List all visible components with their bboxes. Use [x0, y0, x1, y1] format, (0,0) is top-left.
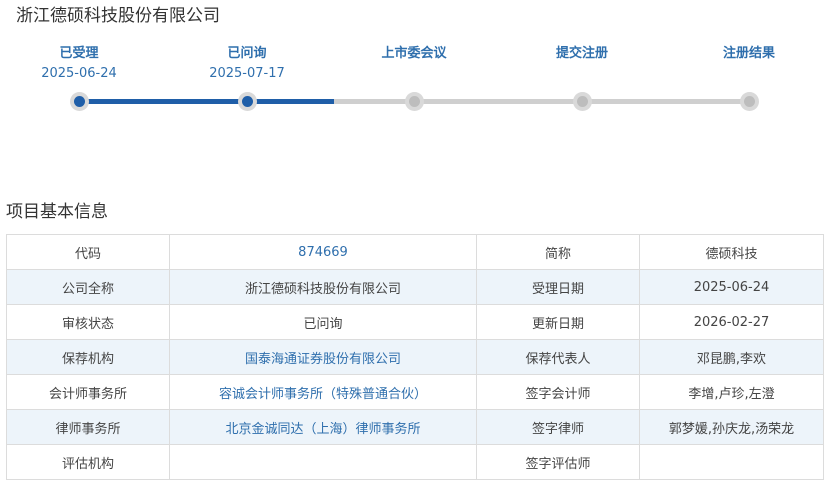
sponsor-rep-value: 邓昆鹏,李欢	[639, 339, 824, 375]
appraisal-firm-key: 评估机构	[6, 444, 170, 480]
review-status-value: 已问询	[169, 304, 477, 340]
sponsor-rep-key: 保荐代表人	[476, 339, 640, 375]
step-listing-committee-label: 上市委会议	[381, 46, 447, 61]
law-firm-key: 律师事务所	[6, 409, 170, 445]
table-row: 代码 874669 简称 德硕科技	[6, 234, 824, 270]
accept-date-value: 2025-06-24	[639, 269, 824, 305]
step-registration-result-dot	[739, 92, 759, 111]
code-value-link[interactable]: 874669	[169, 234, 477, 270]
signing-accountant-value: 李增,卢珍,左澄	[639, 374, 824, 410]
sponsor-key: 保荐机构	[6, 339, 170, 375]
progress-stepper: 已受理 2025-06-24 已问询 2025-07-17 上市委会议 提交注册…	[0, 40, 829, 120]
update-date-value: 2026-02-27	[639, 304, 824, 340]
short-name-key: 简称	[476, 234, 640, 270]
step-accepted-dot	[69, 92, 89, 111]
short-name-value: 德硕科技	[639, 234, 824, 270]
table-row: 保荐机构 国泰海通证券股份有限公司 保荐代表人 邓昆鹏,李欢	[6, 339, 824, 375]
accept-date-key: 受理日期	[476, 269, 640, 305]
table-row: 律师事务所 北京金诚同达（上海）律师事务所 签字律师 郭梦媛,孙庆龙,汤荣龙	[6, 409, 824, 445]
signing-accountant-key: 签字会计师	[476, 374, 640, 410]
full-name-key: 公司全称	[6, 269, 170, 305]
signing-lawyer-key: 签字律师	[476, 409, 640, 445]
table-row: 审核状态 已问询 更新日期 2026-02-27	[6, 304, 824, 340]
accounting-firm-value-link[interactable]: 容诚会计师事务所（特殊普通合伙）	[169, 374, 477, 410]
step-listing-committee-dot	[404, 92, 424, 111]
table-row: 公司全称 浙江德硕科技股份有限公司 受理日期 2025-06-24	[6, 269, 824, 305]
step-accepted-label: 已受理	[59, 46, 99, 61]
update-date-key: 更新日期	[476, 304, 640, 340]
company-title: 浙江德硕科技股份有限公司	[16, 6, 220, 26]
table-row: 会计师事务所 容诚会计师事务所（特殊普通合伙） 签字会计师 李增,卢珍,左澄	[6, 374, 824, 410]
step-registration-result-label: 注册结果	[722, 46, 775, 61]
review-status-key: 审核状态	[6, 304, 170, 340]
full-name-value: 浙江德硕科技股份有限公司	[169, 269, 477, 305]
step-submit-registration-label: 提交注册	[555, 46, 608, 61]
project-info-table: 代码 874669 简称 德硕科技 公司全称 浙江德硕科技股份有限公司 受理日期…	[6, 234, 824, 480]
signing-appraiser-value	[639, 444, 824, 480]
step-inquired-dot	[237, 92, 257, 111]
step-submit-registration-dot	[572, 92, 592, 111]
code-key: 代码	[6, 234, 170, 270]
step-accepted-date: 2025-06-24	[41, 66, 117, 81]
signing-lawyer-value: 郭梦媛,孙庆龙,汤荣龙	[639, 409, 824, 445]
law-firm-value-link[interactable]: 北京金诚同达（上海）律师事务所	[169, 409, 477, 445]
accounting-firm-key: 会计师事务所	[6, 374, 170, 410]
sponsor-value-link[interactable]: 国泰海通证券股份有限公司	[169, 339, 477, 375]
section-title: 项目基本信息	[6, 202, 108, 222]
appraisal-firm-value	[169, 444, 477, 480]
step-inquired-date: 2025-07-17	[209, 66, 285, 81]
progress-track-fill	[79, 99, 334, 104]
table-row: 评估机构 签字评估师	[6, 444, 824, 480]
step-inquired-label: 已问询	[227, 46, 267, 61]
signing-appraiser-key: 签字评估师	[476, 444, 640, 480]
